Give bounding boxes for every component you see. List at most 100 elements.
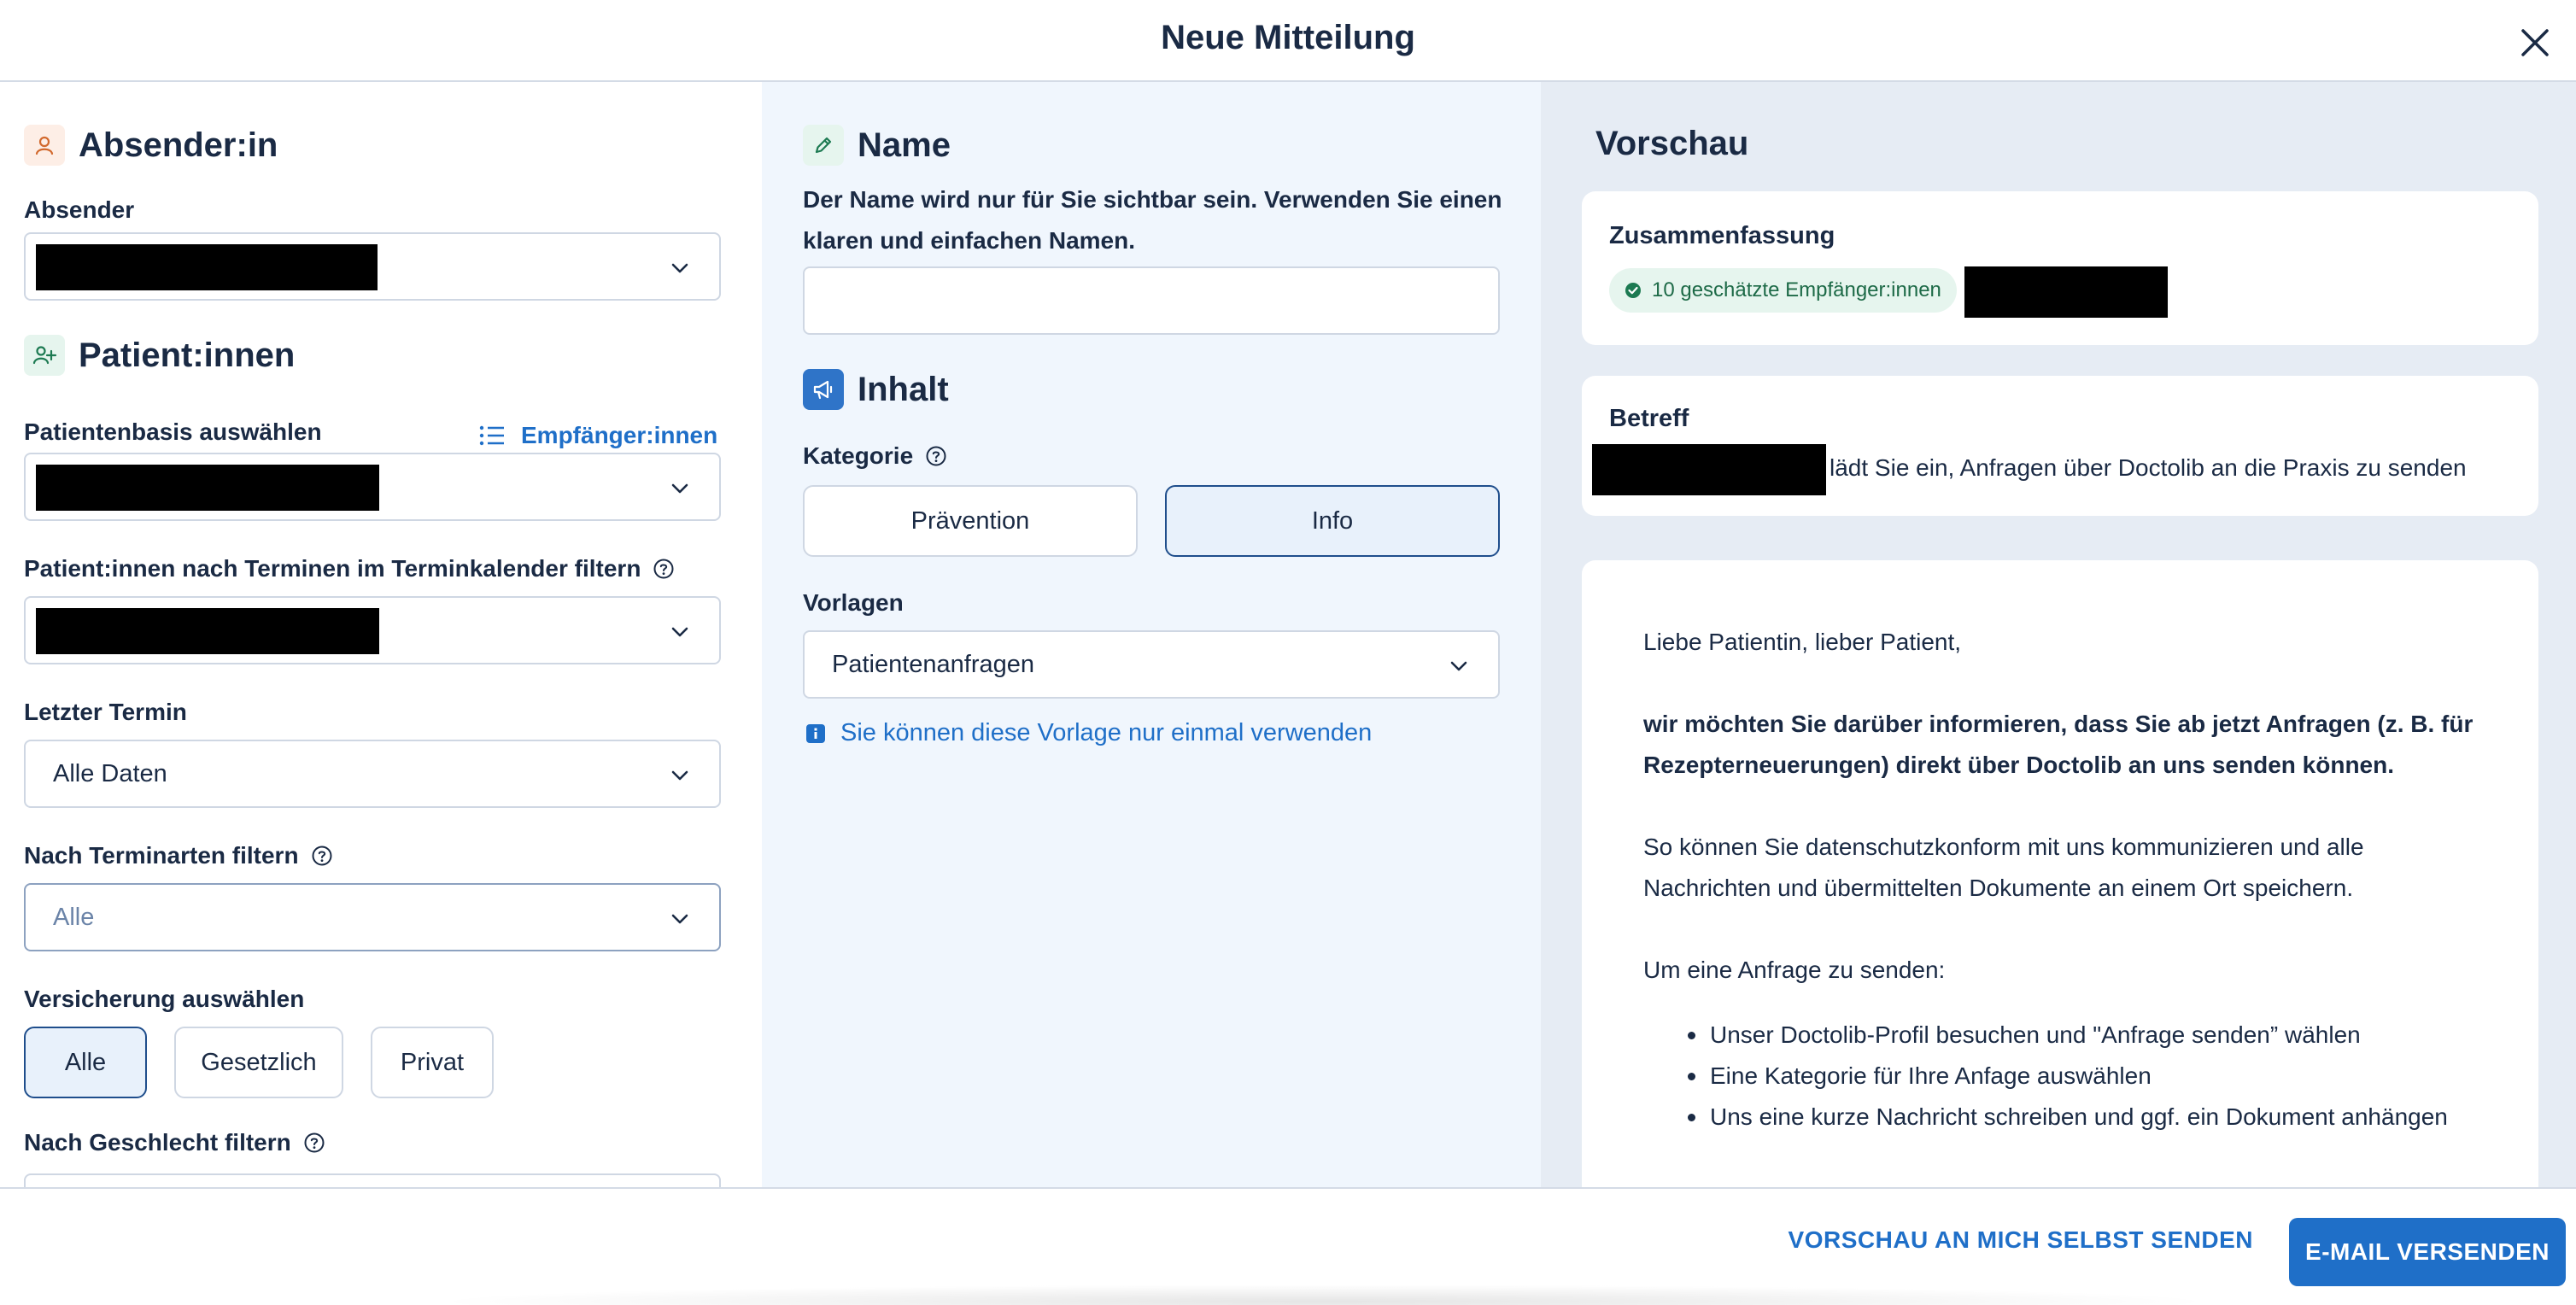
- mail-para-line1: So können Sie datenschutzkonform mit uns…: [1643, 834, 2364, 860]
- content-section-title: Inhalt: [858, 370, 949, 408]
- template-select[interactable]: Patientenanfragen: [803, 630, 1500, 699]
- check-circle-icon: [1625, 283, 1641, 298]
- help-icon[interactable]: [311, 845, 333, 867]
- middle-column: Name Der Name wird nur für Sie sichtbar …: [762, 82, 1541, 1187]
- filter-appointments-label: Patient:innen nach Terminen im Terminkal…: [24, 555, 675, 582]
- last-appointment-select[interactable]: Alle Daten: [24, 740, 721, 808]
- appointment-types-select[interactable]: Alle: [24, 883, 721, 951]
- send-preview-button[interactable]: VORSCHAU AN MICH SELBST SENDEN: [1789, 1226, 2253, 1254]
- name-description: Der Name wird nur für Sie sichtbar sein.…: [803, 179, 1502, 261]
- modal-title: Neue Mitteilung: [1161, 19, 1415, 56]
- sender-label-text: Absender: [24, 196, 135, 223]
- mail-steps-intro: Um eine Anfrage zu senden:: [1643, 957, 1946, 983]
- person-icon: [24, 125, 65, 166]
- modal-footer: VORSCHAU AN MICH SELBST SENDEN E-MAIL VE…: [0, 1187, 2576, 1305]
- megaphone-icon: [803, 369, 844, 410]
- info-icon: [806, 723, 825, 743]
- chevron-down-icon: [671, 770, 688, 781]
- subject-text: lädt Sie ein, Anfragen über Doctolib an …: [1830, 454, 2467, 481]
- insurance-option-gesetzlich[interactable]: Gesetzlich: [174, 1027, 343, 1098]
- category-info[interactable]: Info: [1165, 485, 1500, 557]
- list-icon: [479, 425, 504, 446]
- name-section-title: Name: [858, 126, 951, 164]
- sender-select[interactable]: [24, 232, 721, 301]
- subject-title: Betreff: [1609, 405, 1689, 432]
- sender-section-title: Absender:in: [79, 126, 278, 164]
- help-icon[interactable]: [653, 558, 675, 580]
- add-users-icon: [24, 335, 65, 376]
- mail-bold-line2: Rezepterneuerungen) direkt über Doctolib…: [1643, 752, 2395, 778]
- mail-bold-line1: wir möchten Sie darüber informieren, das…: [1643, 711, 2474, 737]
- chevron-down-icon: [671, 483, 688, 494]
- last-appointment-label-text: Letzter Termin: [24, 699, 187, 725]
- category-praevention[interactable]: Prävention: [803, 485, 1138, 557]
- help-icon[interactable]: [925, 445, 947, 467]
- list-item: Unser Doctolib-Profil besuchen und "Anfr…: [1688, 1015, 2448, 1056]
- name-description-line2: klaren und einfachen Namen.: [803, 227, 1135, 254]
- modal-header: Neue Mitteilung: [0, 0, 2576, 82]
- gender-label: Nach Geschlecht filtern: [24, 1129, 325, 1156]
- list-item: Uns eine kurze Nachricht schreiben und g…: [1688, 1097, 2448, 1138]
- summary-title: Zusammenfassung: [1609, 222, 1835, 249]
- redacted-block: [1964, 266, 2168, 318]
- redacted-block: [36, 465, 379, 511]
- send-email-button[interactable]: E-MAIL VERSENDEN: [2289, 1218, 2566, 1286]
- recipients-badge-text: 10 geschätzte Empfänger:innen: [1652, 278, 1941, 301]
- name-description-line1: Der Name wird nur für Sie sichtbar sein.…: [803, 186, 1502, 213]
- summary-card: Zusammenfassung 10 geschätzte Empfänger:…: [1582, 191, 2538, 345]
- patients-section-title: Patient:innen: [79, 336, 296, 374]
- insurance-label-text: Versicherung auswählen: [24, 986, 305, 1012]
- preview-title: Vorschau: [1595, 125, 1749, 162]
- appointment-filter-select[interactable]: [24, 596, 721, 664]
- patient-base-label: Patientenbasis auswählen: [24, 418, 322, 446]
- chevron-down-icon: [671, 627, 688, 637]
- sender-section-header: Absender:in: [24, 125, 278, 166]
- appointment-types-value: Alle: [53, 903, 95, 931]
- list-item: Eine Kategorie für Ihre Anfage auswählen: [1688, 1056, 2448, 1097]
- close-icon[interactable]: [2516, 24, 2554, 61]
- redacted-block: [36, 608, 379, 654]
- insurance-option-alle[interactable]: Alle: [24, 1027, 147, 1098]
- recipients-link-label: Empfänger:innen: [521, 422, 718, 448]
- insurance-label: Versicherung auswählen: [24, 986, 304, 1013]
- redacted-block: [1592, 444, 1826, 495]
- templates-label: Vorlagen: [803, 589, 904, 617]
- redacted-block: [36, 244, 378, 290]
- gender-label-text: Nach Geschlecht filtern: [24, 1129, 291, 1156]
- pencil-icon: [803, 125, 844, 166]
- category-label-text: Kategorie: [803, 442, 914, 469]
- recipients-badge: 10 geschätzte Empfänger:innen: [1609, 268, 1957, 313]
- appointment-types-label-text: Nach Terminarten filtern: [24, 842, 299, 869]
- chevron-down-icon: [671, 914, 688, 924]
- template-info: Sie können diese Vorlage nur einmal verw…: [806, 719, 1372, 747]
- footer-shadow: [427, 1285, 2221, 1305]
- mail-steps-list: Unser Doctolib-Profil besuchen und "Anfr…: [1688, 1015, 2448, 1138]
- gender-select[interactable]: [24, 1173, 721, 1187]
- filter-appointments-label-text: Patient:innen nach Terminen im Terminkal…: [24, 555, 641, 582]
- left-column: Absender:in Absender Patient:innen Empfä…: [0, 82, 762, 1187]
- last-appointment-value: Alle Daten: [53, 759, 167, 787]
- subject-card: Betreff lädt Sie ein, Anfragen über Doct…: [1582, 376, 2538, 516]
- appointment-types-label: Nach Terminarten filtern: [24, 842, 333, 869]
- patients-section-header: Patient:innen: [24, 335, 295, 376]
- mail-preview-card: Liebe Patientin, lieber Patient, wir möc…: [1582, 560, 2538, 1187]
- mail-para-line2: Nachrichten und übermittelten Dokumente …: [1643, 875, 2354, 901]
- patient-base-label-text: Patientenbasis auswählen: [24, 418, 322, 445]
- category-label: Kategorie: [803, 442, 947, 470]
- name-section-header: Name: [803, 125, 951, 166]
- sender-label: Absender: [24, 196, 134, 224]
- chevron-down-icon: [671, 263, 688, 273]
- template-info-text: Sie können diese Vorlage nur einmal verw…: [840, 719, 1373, 746]
- templates-label-text: Vorlagen: [803, 589, 904, 616]
- help-icon[interactable]: [303, 1132, 325, 1154]
- name-input[interactable]: [803, 266, 1500, 335]
- chevron-down-icon: [1450, 661, 1467, 671]
- template-value: Patientenanfragen: [832, 650, 1035, 678]
- last-appointment-label: Letzter Termin: [24, 699, 187, 726]
- right-column: Vorschau Zusammenfassung 10 geschätzte E…: [1541, 82, 2576, 1187]
- patient-base-select[interactable]: [24, 453, 721, 521]
- recipients-link[interactable]: Empfänger:innen: [478, 422, 717, 449]
- insurance-option-privat[interactable]: Privat: [371, 1027, 494, 1098]
- mail-greeting: Liebe Patientin, lieber Patient,: [1643, 629, 1962, 655]
- content-section-header: Inhalt: [803, 369, 949, 410]
